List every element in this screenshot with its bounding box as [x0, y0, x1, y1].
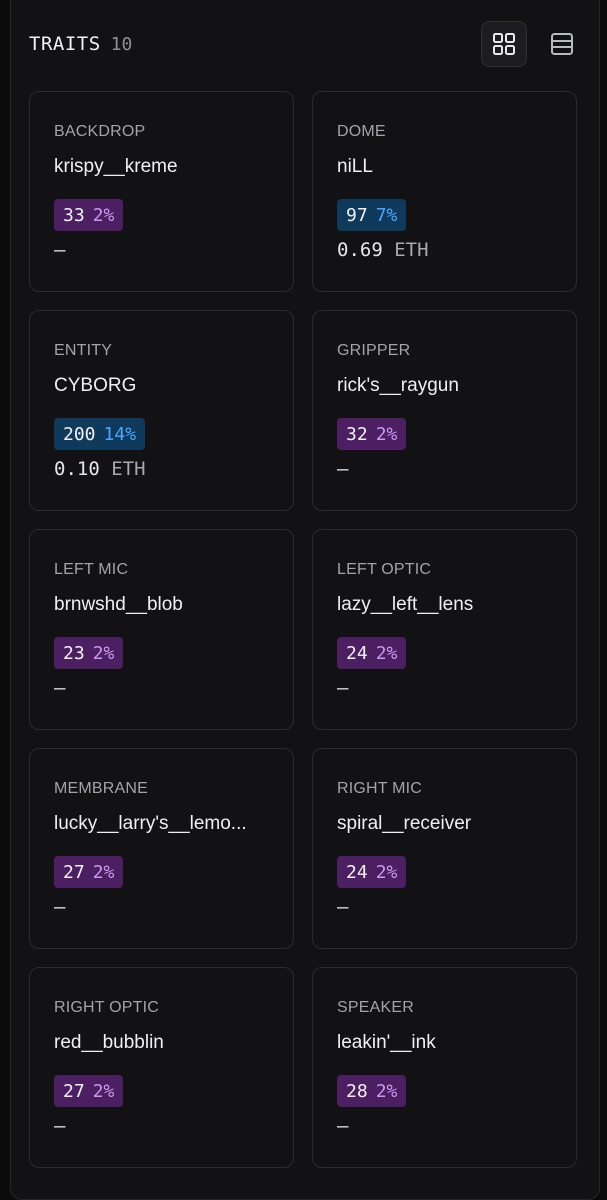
trait-percent: 2% — [92, 204, 115, 226]
rarity-badge: 28 2% — [337, 1075, 407, 1107]
trait-count: 200 — [63, 423, 96, 445]
floor-price-value: – — [337, 677, 349, 699]
trait-card[interactable]: BACKDROP krispy__kreme 33 2% – — [29, 91, 294, 292]
traits-title: TRAITS — [29, 33, 101, 55]
rarity-badge: 97 7% — [337, 199, 407, 231]
trait-count: 27 — [63, 1080, 85, 1102]
trait-card[interactable]: LEFT OPTIC lazy__left__lens 24 2% – — [312, 529, 577, 730]
trait-card[interactable]: RIGHT OPTIC red__bubblin 27 2% – — [29, 967, 294, 1168]
floor-price-value: – — [337, 1115, 349, 1137]
trait-card[interactable]: DOME niLL 97 7% 0.69 ETH — [312, 91, 577, 292]
trait-count: 27 — [63, 861, 85, 883]
trait-card[interactable]: GRIPPER rick's__raygun 32 2% – — [312, 310, 577, 511]
trait-value: brnwshd__blob — [54, 594, 183, 615]
trait-value: lucky__larry's__lemo... — [54, 813, 247, 834]
trait-type-label: RIGHT MIC — [337, 780, 423, 797]
trait-count: 28 — [346, 1080, 368, 1102]
grid-view-icon — [493, 33, 515, 55]
trait-percent: 2% — [375, 1080, 398, 1102]
trait-percent: 2% — [375, 423, 398, 445]
trait-type-label: ENTITY — [54, 342, 113, 359]
rarity-badge: 24 2% — [337, 637, 407, 669]
trait-value: lazy__left__lens — [337, 594, 474, 615]
list-view-icon — [551, 33, 573, 55]
floor-price: – — [337, 1113, 552, 1139]
traits-count: 10 — [110, 34, 133, 55]
traits-grid: BACKDROP krispy__kreme 33 2% – DOME niLL… — [29, 91, 577, 1168]
trait-card[interactable]: ENTITY CYBORG 200 14% 0.10 ETH — [29, 310, 294, 511]
floor-price-value: – — [54, 1115, 66, 1137]
traits-panel: TRAITS 10 BACKDROP krispy__kreme 33 2% –… — [10, 0, 600, 1200]
view-toggle-group — [481, 21, 585, 67]
floor-price-value: – — [54, 896, 66, 918]
trait-type-label: GRIPPER — [337, 342, 411, 359]
floor-price-value: – — [337, 896, 349, 918]
trait-type-label: MEMBRANE — [54, 780, 149, 797]
trait-type-label: SPEAKER — [337, 999, 414, 1016]
rarity-badge: 24 2% — [337, 856, 407, 888]
trait-value: spiral__receiver — [337, 813, 472, 834]
floor-price-unit: ETH — [394, 239, 429, 261]
trait-value: leakin'__ink — [337, 1032, 436, 1053]
trait-value: niLL — [337, 156, 373, 177]
rarity-badge: 32 2% — [337, 418, 407, 450]
trait-value: red__bubblin — [54, 1032, 164, 1053]
trait-value: CYBORG — [54, 375, 137, 396]
trait-percent: 2% — [92, 1080, 115, 1102]
trait-count: 97 — [346, 204, 368, 226]
rarity-badge: 27 2% — [54, 1075, 124, 1107]
trait-percent: 14% — [103, 423, 137, 445]
floor-price: 0.69 ETH — [337, 237, 552, 263]
floor-price: – — [54, 675, 269, 701]
rarity-badge: 200 14% — [54, 418, 146, 450]
trait-card[interactable]: SPEAKER leakin'__ink 28 2% – — [312, 967, 577, 1168]
floor-price: – — [337, 894, 552, 920]
floor-price: 0.10 ETH — [54, 456, 269, 482]
floor-price: – — [54, 237, 269, 263]
floor-price: – — [337, 456, 552, 482]
trait-type-label: BACKDROP — [54, 123, 146, 140]
trait-value: krispy__kreme — [54, 156, 178, 177]
rarity-badge: 27 2% — [54, 856, 124, 888]
floor-price: – — [54, 1113, 269, 1139]
trait-percent: 2% — [375, 642, 398, 664]
traits-title-group: TRAITS 10 — [29, 33, 132, 55]
trait-count: 32 — [346, 423, 368, 445]
rarity-badge: 23 2% — [54, 637, 124, 669]
trait-card[interactable]: LEFT MIC brnwshd__blob 23 2% – — [29, 529, 294, 730]
trait-card[interactable]: MEMBRANE lucky__larry's__lemo... 27 2% – — [29, 748, 294, 949]
floor-price: – — [54, 894, 269, 920]
trait-count: 24 — [346, 861, 368, 883]
floor-price-unit: ETH — [111, 458, 146, 480]
trait-count: 24 — [346, 642, 368, 664]
floor-price-value: – — [54, 239, 66, 261]
trait-value: rick's__raygun — [337, 375, 459, 396]
trait-type-label: LEFT OPTIC — [337, 561, 432, 578]
trait-type-label: RIGHT OPTIC — [54, 999, 160, 1016]
trait-type-label: DOME — [337, 123, 386, 140]
trait-type-label: LEFT MIC — [54, 561, 129, 578]
floor-price: – — [337, 675, 552, 701]
trait-count: 33 — [63, 204, 85, 226]
trait-percent: 2% — [375, 861, 398, 883]
rarity-badge: 33 2% — [54, 199, 124, 231]
floor-price-value: – — [54, 677, 66, 699]
traits-header: TRAITS 10 — [29, 20, 585, 68]
trait-percent: 7% — [375, 204, 398, 226]
trait-percent: 2% — [92, 642, 115, 664]
floor-price-value: 0.69 — [337, 239, 383, 261]
floor-price-value: 0.10 — [54, 458, 100, 480]
trait-card[interactable]: RIGHT MIC spiral__receiver 24 2% – — [312, 748, 577, 949]
list-view-button[interactable] — [539, 21, 585, 67]
trait-percent: 2% — [92, 861, 115, 883]
grid-view-button[interactable] — [481, 21, 527, 67]
trait-count: 23 — [63, 642, 85, 664]
floor-price-value: – — [337, 458, 349, 480]
